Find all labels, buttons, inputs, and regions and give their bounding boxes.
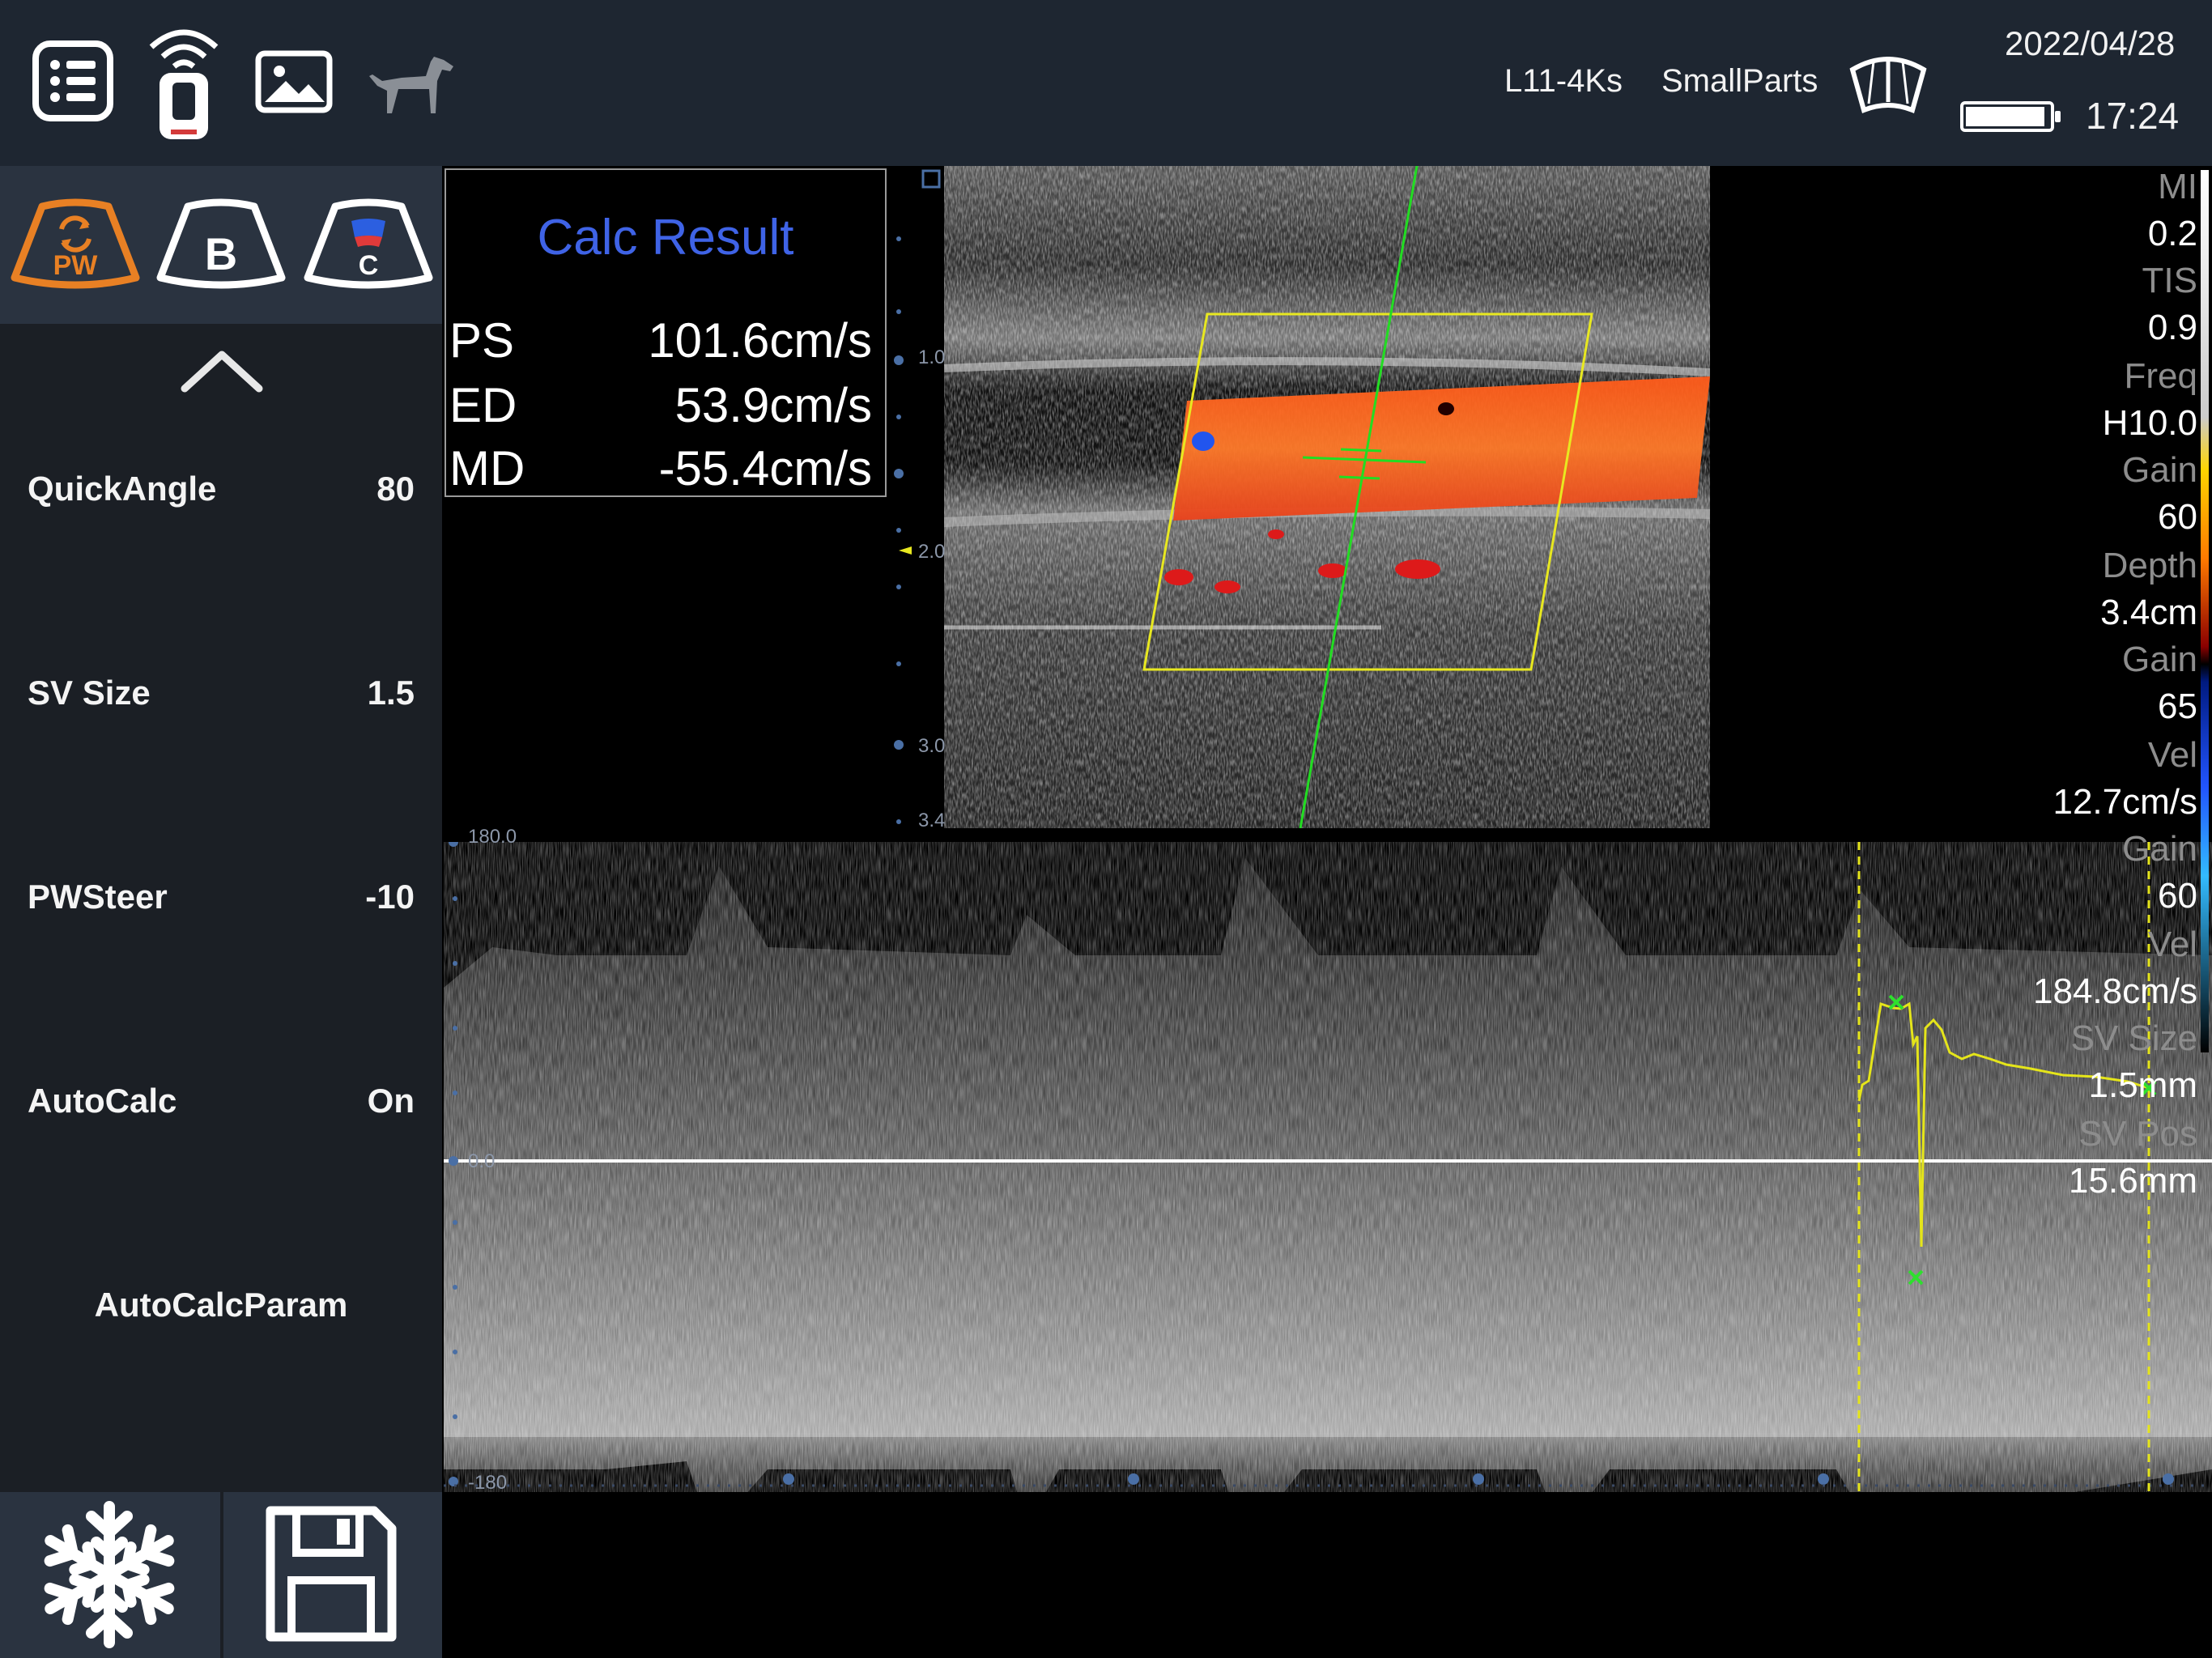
info-panel-background — [1710, 166, 2212, 828]
info-value: 15.6mm — [2069, 1161, 2197, 1201]
depth-label: 3.0 — [918, 735, 946, 757]
calc-md-value: -55.4cm/s — [658, 441, 872, 495]
mode-b-button[interactable]: B — [155, 197, 287, 294]
battery-icon — [1959, 100, 2063, 137]
mode-b-label: B — [204, 228, 238, 279]
velocity-scale-top: 180.0 — [468, 826, 517, 848]
param-label: PWSteer — [28, 878, 168, 916]
info-label: MI — [2158, 167, 2197, 206]
info-value: 60 — [2158, 497, 2197, 537]
param-label: QuickAngle — [28, 470, 217, 508]
probe-icon[interactable] — [142, 23, 226, 147]
info-label: Gain — [2122, 829, 2197, 869]
date-display: 2022/04/28 — [2005, 24, 2176, 62]
param-autocalc[interactable]: AutoCalc On — [0, 1065, 442, 1138]
depth-scale — [891, 166, 947, 830]
param-value: -10 — [365, 878, 415, 916]
top-bar: L11-4Ks SmallParts 2022/04/28 17:24 — [0, 0, 2212, 166]
calc-ps-value: 101.6cm/s — [648, 313, 872, 368]
calc-ps-label: PS — [449, 313, 515, 368]
param-label: AutoCalc — [28, 1082, 177, 1120]
mode-pw-button[interactable]: PW — [10, 197, 141, 294]
calc-md-label: MD — [449, 441, 525, 495]
info-value: H10.0 — [2102, 403, 2197, 443]
info-value: 184.8cm/s — [2033, 971, 2197, 1011]
param-quickangle[interactable]: QuickAngle 80 — [0, 453, 442, 526]
info-label: Vel — [2147, 925, 2197, 964]
info-value: 1.5mm — [2088, 1065, 2197, 1105]
info-label: SV Pos — [2078, 1114, 2197, 1154]
probe-name: L11-4Ks — [1504, 63, 1623, 99]
velocity-scale-bottom: -180 — [468, 1472, 508, 1494]
calc-title: Calc Result — [537, 210, 794, 266]
info-value: 65 — [2158, 687, 2197, 726]
calc-result-panel: Calc Result PS 101.6cm/s ED 53.9cm/s MD … — [445, 168, 887, 497]
mode-c-button[interactable]: C — [303, 197, 434, 294]
dog-icon[interactable] — [366, 52, 455, 121]
info-label: TIS — [2142, 261, 2197, 300]
param-value: On — [367, 1082, 415, 1120]
info-label: SV Size — [2070, 1018, 2197, 1058]
info-value: 12.7cm/s — [2052, 782, 2197, 822]
velocity-scale-zero: 0.0 — [468, 1150, 496, 1172]
info-value: 0.2 — [2147, 214, 2197, 253]
info-value: 3.4cm — [2100, 593, 2197, 632]
param-value: 80 — [376, 470, 415, 508]
info-label: Freq — [2124, 356, 2197, 396]
depth-label: 2.0 — [918, 541, 946, 563]
preset-name[interactable]: SmallParts — [1661, 63, 1818, 100]
info-value: 60 — [2158, 876, 2197, 916]
snowflake-icon — [36, 1501, 183, 1652]
depth-label: 1.0 — [918, 346, 946, 368]
time-display: 17:24 — [2086, 95, 2180, 137]
autocalc-param-label: AutoCalcParam — [94, 1286, 348, 1324]
mode-selector-bar: PW B C — [0, 166, 442, 324]
param-label: SV Size — [28, 674, 151, 712]
doppler-spectrum[interactable] — [444, 837, 2212, 1542]
divider — [220, 1492, 223, 1658]
floppy-disk-icon — [266, 1506, 397, 1642]
mode-pw-label: PW — [53, 250, 98, 281]
color-velocity-bar — [2201, 170, 2209, 1052]
param-pwsteer[interactable]: PWSteer -10 — [0, 861, 442, 934]
chevron-up-icon[interactable] — [180, 346, 264, 399]
calc-ed-value: 53.9cm/s — [674, 378, 872, 432]
mode-c-label: C — [358, 250, 379, 281]
freeze-button[interactable] — [36, 1498, 183, 1656]
scan-sector-icon[interactable] — [1849, 50, 1927, 119]
info-value: 0.9 — [2147, 308, 2197, 347]
gallery-icon[interactable] — [255, 50, 333, 117]
info-label: Depth — [2102, 546, 2197, 585]
calc-ed-label: ED — [449, 378, 517, 432]
bmode-image[interactable] — [943, 165, 1711, 829]
param-value: 1.5 — [367, 674, 415, 712]
info-label: Gain — [2122, 640, 2197, 679]
depth-label: 3.4 — [918, 810, 946, 831]
menu-list-icon[interactable] — [32, 40, 113, 125]
save-button[interactable] — [264, 1504, 398, 1647]
autocalc-param-button[interactable]: AutoCalcParam — [0, 1269, 442, 1342]
info-label: Gain — [2122, 450, 2197, 490]
param-sv-size[interactable]: SV Size 1.5 — [0, 657, 442, 730]
info-label: Vel — [2147, 735, 2197, 775]
